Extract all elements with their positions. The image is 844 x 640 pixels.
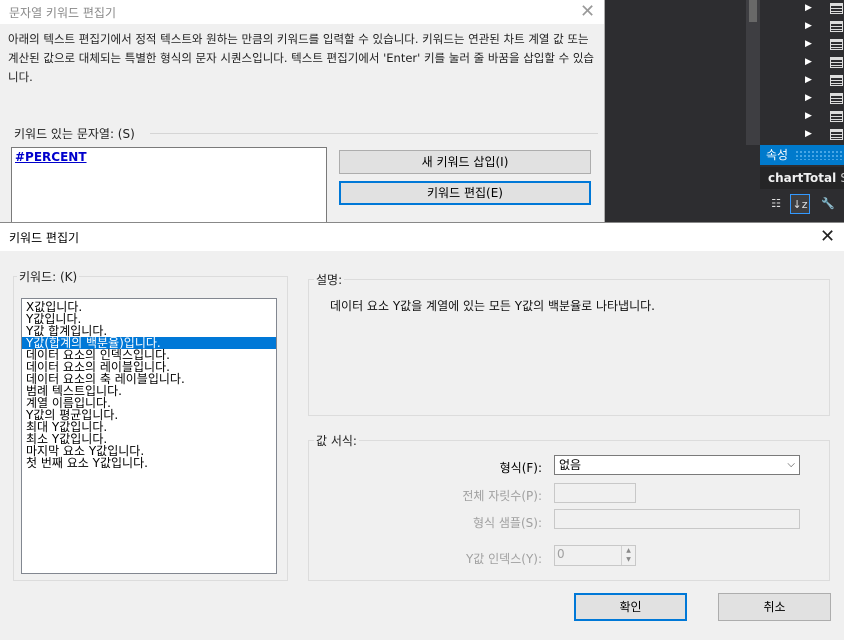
properties-object-selector[interactable]: chartTotal Sy bbox=[760, 167, 844, 189]
ide-tree-row[interactable]: ▶ bbox=[805, 126, 844, 144]
object-type: Sy bbox=[840, 171, 844, 185]
spin-up-icon[interactable]: ▲ bbox=[622, 546, 635, 555]
expand-arrow-icon[interactable]: ▶ bbox=[805, 75, 812, 85]
close-icon[interactable]: ✕ bbox=[580, 1, 595, 22]
ide-tree-row[interactable]: ▶ bbox=[805, 36, 844, 54]
format-sample-label: 형식 샘플(S): bbox=[473, 516, 542, 530]
insert-keyword-button[interactable]: 새 키워드 삽입(I) bbox=[339, 150, 591, 174]
format-selected-value: 없음 bbox=[559, 458, 582, 472]
list-node-icon bbox=[830, 93, 843, 104]
string-dialog-description: 아래의 텍스트 편집기에서 정적 텍스트와 원하는 만큼의 키워드를 입력할 수… bbox=[8, 32, 595, 84]
ide-tree-row[interactable]: ▶ bbox=[805, 54, 844, 72]
keywords-group-label: 키워드: (K) bbox=[17, 268, 80, 285]
keyword-dialog-title: 키워드 편집기 bbox=[9, 231, 80, 245]
y-index-value: 0 bbox=[557, 547, 565, 561]
ide-tree-row[interactable]: ▶ bbox=[805, 18, 844, 36]
keyword-editor-dialog: 키워드 편집기 ✕ 키워드: (K) X값입니다. Y값입니다. Y값 합계입니다.… bbox=[0, 222, 844, 640]
string-dialog-titlebar: 문자열 키워드 편집기 ✕ bbox=[0, 0, 604, 24]
keyword-token[interactable]: #PERCENT bbox=[15, 150, 87, 164]
alphabetical-sort-icon[interactable]: ↓z bbox=[790, 194, 810, 214]
expand-arrow-icon[interactable]: ▶ bbox=[805, 57, 812, 67]
y-index-stepper[interactable]: 0 ▲ ▼ bbox=[554, 545, 636, 566]
ide-tree-row[interactable]: ▶ bbox=[805, 108, 844, 126]
list-node-icon bbox=[830, 39, 843, 50]
description-group-label: 설명: bbox=[314, 271, 345, 288]
spin-down-icon[interactable]: ▼ bbox=[622, 555, 635, 564]
panel-grip[interactable] bbox=[795, 150, 844, 160]
ok-button[interactable]: 확인 bbox=[574, 593, 687, 621]
string-dialog-title: 문자열 키워드 편집기 bbox=[9, 6, 116, 20]
expand-arrow-icon[interactable]: ▶ bbox=[805, 129, 812, 139]
y-index-label: Y값 인덱스(Y): bbox=[465, 552, 542, 566]
format-dropdown[interactable]: 없음 ⌵ bbox=[554, 455, 800, 475]
keyword-dialog-titlebar: 키워드 편집기 ✕ bbox=[0, 223, 844, 251]
properties-toolbar: ☷ ↓z 🔧 bbox=[760, 191, 844, 217]
object-name: chartTotal bbox=[768, 171, 837, 185]
string-group-label: 키워드 있는 문자열: (S) bbox=[14, 127, 135, 141]
expand-arrow-icon[interactable]: ▶ bbox=[805, 39, 812, 49]
value-format-group-label: 값 서식: bbox=[314, 432, 359, 449]
expand-arrow-icon[interactable]: ▶ bbox=[805, 3, 812, 13]
categorized-icon[interactable]: ☷ bbox=[766, 194, 786, 214]
string-keyword-editor-dialog: 문자열 키워드 편집기 ✕ 아래의 텍스트 편집기에서 정적 텍스트와 원하는 … bbox=[0, 0, 605, 227]
precision-input[interactable] bbox=[554, 483, 636, 503]
edit-keyword-button[interactable]: 키워드 편집(E) bbox=[339, 181, 591, 205]
description-text: 데이터 요소 Y값을 계열에 있는 모든 Y값의 백분율로 나타냅니다. bbox=[330, 299, 655, 313]
precision-label: 전체 자릿수(P): bbox=[462, 489, 542, 503]
ide-tree-row[interactable]: ▶ bbox=[805, 0, 844, 18]
format-sample-field bbox=[554, 509, 800, 529]
keyword-list-item[interactable]: 첫 번째 요소 Y값입니다. bbox=[22, 457, 276, 469]
y-index-spin-buttons[interactable]: ▲ ▼ bbox=[621, 546, 635, 565]
chevron-down-icon[interactable]: ⌵ bbox=[787, 456, 795, 474]
list-node-icon bbox=[830, 21, 843, 32]
ide-scrollbar-thumb[interactable] bbox=[749, 0, 757, 22]
list-node-icon bbox=[830, 129, 843, 140]
list-node-icon bbox=[830, 57, 843, 68]
wrench-icon[interactable]: 🔧 bbox=[818, 194, 838, 214]
expand-arrow-icon[interactable]: ▶ bbox=[805, 21, 812, 31]
ide-tree-row[interactable]: ▶ bbox=[805, 90, 844, 108]
format-label: 형식(F): bbox=[499, 461, 542, 475]
expand-arrow-icon[interactable]: ▶ bbox=[805, 111, 812, 121]
expand-arrow-icon[interactable]: ▶ bbox=[805, 93, 812, 103]
list-node-icon bbox=[830, 75, 843, 86]
keywords-listbox[interactable]: X값입니다. Y값입니다. Y값 합계입니다. Y값(합계의 백분율)입니다. 데이터 … bbox=[21, 298, 277, 574]
cancel-button[interactable]: 취소 bbox=[718, 593, 831, 621]
ide-tree-row[interactable]: ▶ bbox=[805, 72, 844, 90]
close-icon[interactable]: ✕ bbox=[820, 226, 835, 247]
keyword-string-textarea[interactable]: #PERCENT bbox=[11, 147, 327, 227]
group-divider bbox=[150, 133, 598, 134]
list-node-icon bbox=[830, 111, 843, 122]
list-node-icon bbox=[830, 3, 843, 14]
